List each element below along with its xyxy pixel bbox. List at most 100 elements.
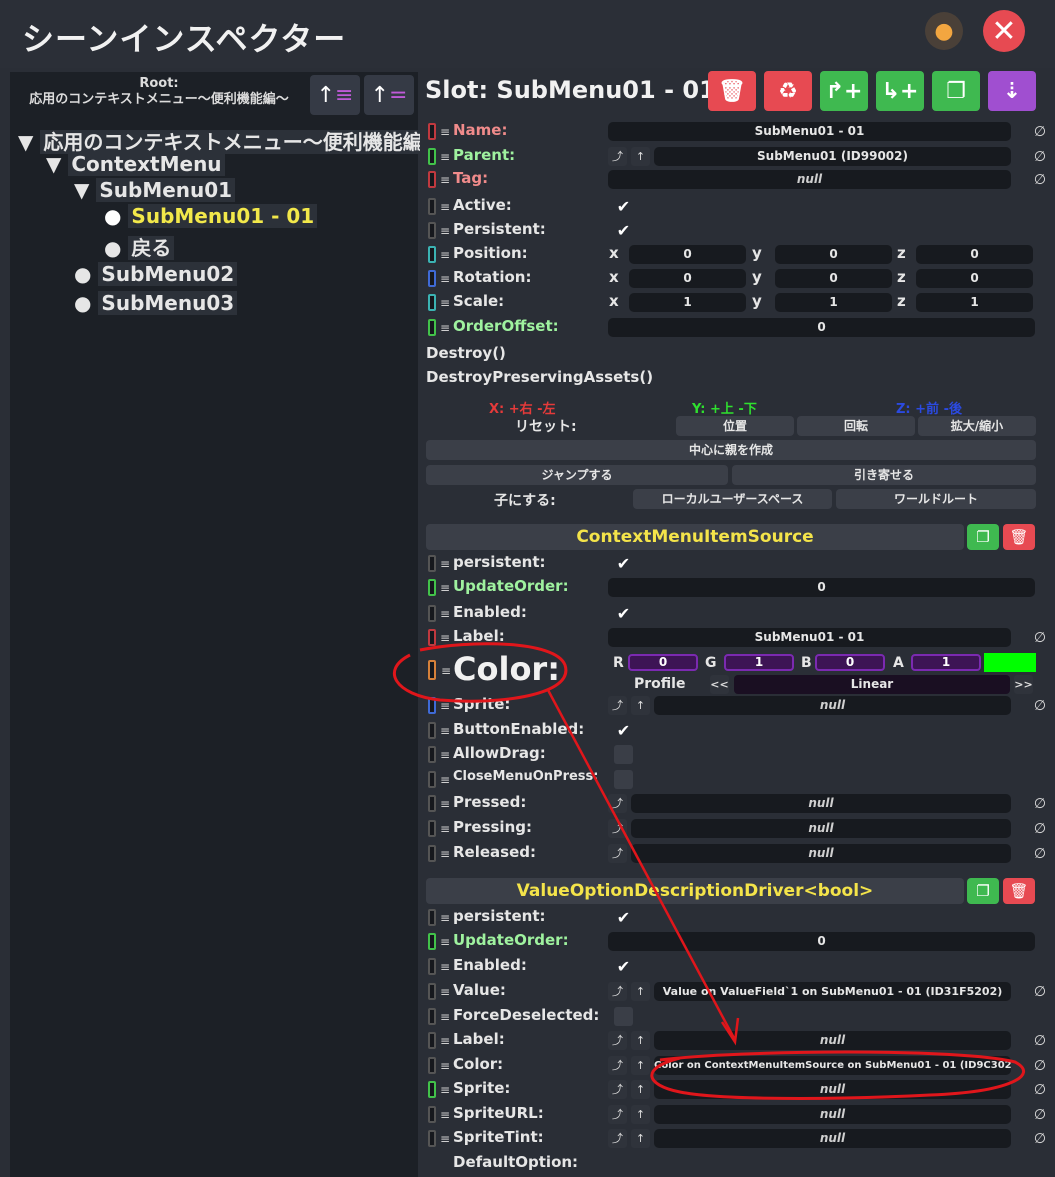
delete-component-button[interactable]: 🗑 (1003, 878, 1035, 904)
component-header[interactable]: ValueOptionDescriptionDriver<bool> (426, 878, 964, 904)
parent-ref[interactable]: SubMenu01 (ID99002) (654, 147, 1011, 166)
jump-to-icon[interactable]: ⤴ (608, 982, 627, 1001)
label-input[interactable]: SubMenu01 - 01 (608, 628, 1011, 647)
menu-icon[interactable]: ≡ (440, 773, 450, 787)
jump-to-icon[interactable]: ⤴ (608, 147, 627, 166)
menu-icon[interactable]: ≡ (440, 224, 450, 238)
menu-icon[interactable]: ≡ (440, 557, 450, 571)
pin-icon[interactable] (428, 1032, 436, 1049)
menu-icon[interactable]: ≡ (440, 607, 450, 621)
checkbox-checked-icon[interactable]: ✔ (614, 221, 633, 240)
pin-icon[interactable] (428, 933, 436, 950)
pin-icon[interactable] (428, 958, 436, 975)
tree-item-submenu01[interactable]: ▼ SubMenu01 (74, 178, 236, 202)
destroy-action[interactable]: Destroy() (426, 344, 506, 362)
menu-icon[interactable]: ≡ (440, 911, 450, 925)
null-icon[interactable]: ∅ (1031, 795, 1049, 813)
menu-icon[interactable]: ≡ (440, 631, 450, 645)
menu-icon[interactable]: ≡ (440, 1059, 450, 1073)
jump-to-icon[interactable]: ⤴ (608, 1129, 627, 1148)
menu-icon[interactable]: ≡ (440, 581, 450, 595)
pin-icon[interactable] (428, 555, 436, 572)
menu-icon[interactable]: ≡ (440, 173, 450, 187)
null-icon[interactable]: ∅ (1031, 820, 1049, 838)
menu-icon[interactable]: ≡ (440, 1083, 450, 1097)
position-y[interactable]: 0 (775, 245, 892, 264)
name-input[interactable]: SubMenu01 - 01 (608, 122, 1011, 141)
up-icon[interactable]: ↑ (631, 1056, 650, 1075)
add-child-button[interactable]: ↱+ (820, 71, 868, 111)
pin-icon[interactable] (428, 246, 436, 263)
insert-parent-button[interactable]: ↳+ (876, 71, 924, 111)
profile-select[interactable]: Linear (734, 675, 1010, 694)
null-icon[interactable]: ∅ (1031, 171, 1049, 189)
null-icon[interactable]: ∅ (1031, 1057, 1049, 1075)
null-icon[interactable]: ∅ (1031, 1032, 1049, 1050)
orderoffset-input[interactable]: 0 (608, 318, 1035, 337)
jump-to-icon[interactable]: ⤴ (608, 1031, 627, 1050)
recycle-button[interactable]: ♻ (764, 71, 812, 111)
checkbox-checked-icon[interactable]: ✔ (614, 721, 633, 740)
reset-rotation-button[interactable]: 回転 (797, 416, 915, 436)
checkbox-checked-icon[interactable]: ✔ (614, 197, 633, 216)
sprite-ref[interactable]: null (654, 1080, 1011, 1099)
pin-icon[interactable] (428, 319, 436, 336)
duplicate-component-button[interactable]: ❐ (967, 524, 999, 550)
move-to-top-button[interactable]: ↑≡ (310, 75, 360, 115)
checkbox-unchecked[interactable] (614, 745, 633, 764)
checkbox-checked-icon[interactable]: ✔ (614, 554, 633, 573)
label-ref[interactable]: null (654, 1031, 1011, 1050)
pin-icon[interactable] (428, 579, 436, 596)
checkbox-checked-icon[interactable]: ✔ (614, 604, 633, 623)
sprite-ref[interactable]: null (654, 696, 1011, 715)
close-button[interactable]: ✕ (983, 10, 1025, 52)
rotation-z[interactable]: 0 (916, 269, 1033, 288)
menu-icon[interactable]: ≡ (441, 664, 451, 678)
menu-icon[interactable]: ≡ (440, 797, 450, 811)
tree-item-root[interactable]: ▼ 応用のコンテキストメニュー〜便利機能編〜 (18, 126, 446, 155)
up-icon[interactable]: ↑ (631, 696, 650, 715)
pin-icon[interactable] (428, 171, 436, 188)
profile-next-button[interactable]: >> (1014, 675, 1033, 694)
tree-item-submenu01-01[interactable]: ● SubMenu01 - 01 (104, 204, 318, 228)
create-parent-button[interactable]: 中心に親を作成 (426, 440, 1036, 460)
duplicate-component-button[interactable]: ❐ (967, 878, 999, 904)
up-icon[interactable]: ↑ (631, 982, 650, 1001)
checkbox-unchecked[interactable] (614, 1007, 633, 1026)
rotation-y[interactable]: 0 (775, 269, 892, 288)
pin-icon[interactable] (428, 820, 436, 837)
pin-icon[interactable] (428, 795, 436, 812)
reset-position-button[interactable]: 位置 (676, 416, 794, 436)
jump-to-icon[interactable]: ⤴ (608, 844, 627, 863)
reset-scale-button[interactable]: 拡大/縮小 (918, 416, 1036, 436)
world-root-button[interactable]: ワールドルート (836, 489, 1036, 509)
menu-icon[interactable]: ≡ (440, 847, 450, 861)
rotation-x[interactable]: 0 (629, 269, 746, 288)
menu-icon[interactable]: ≡ (440, 985, 450, 999)
menu-icon[interactable]: ≡ (440, 150, 450, 164)
tree-item-submenu02[interactable]: ● SubMenu02 (74, 262, 238, 286)
up-icon[interactable]: ↑ (631, 147, 650, 166)
pull-button[interactable]: 引き寄せる (732, 465, 1036, 485)
up-icon[interactable]: ↑ (631, 1080, 650, 1099)
updateorder-input[interactable]: 0 (608, 578, 1035, 597)
null-icon[interactable]: ∅ (1031, 1130, 1049, 1148)
pin-icon[interactable] (428, 1057, 436, 1074)
jump-to-icon[interactable]: ⤴ (608, 819, 627, 838)
up-icon[interactable]: ↑ (631, 1129, 650, 1148)
pin-icon[interactable] (428, 1130, 436, 1147)
pin-icon[interactable] (428, 1008, 436, 1025)
menu-icon[interactable]: ≡ (440, 1034, 450, 1048)
duplicate-button[interactable]: ❐ (932, 71, 980, 111)
null-icon[interactable]: ∅ (1031, 1106, 1049, 1124)
tree-item-contextmenu[interactable]: ▼ ContextMenu (46, 152, 225, 176)
spriteurl-ref[interactable]: null (654, 1105, 1011, 1124)
pin-icon[interactable] (428, 909, 436, 926)
released-ref[interactable]: null (631, 844, 1011, 863)
menu-icon[interactable]: ≡ (440, 248, 450, 262)
position-z[interactable]: 0 (916, 245, 1033, 264)
pin-icon[interactable] (428, 697, 436, 714)
delete-component-button[interactable]: 🗑 (1003, 524, 1035, 550)
pin-icon[interactable] (428, 1081, 436, 1098)
menu-icon[interactable]: ≡ (440, 699, 450, 713)
